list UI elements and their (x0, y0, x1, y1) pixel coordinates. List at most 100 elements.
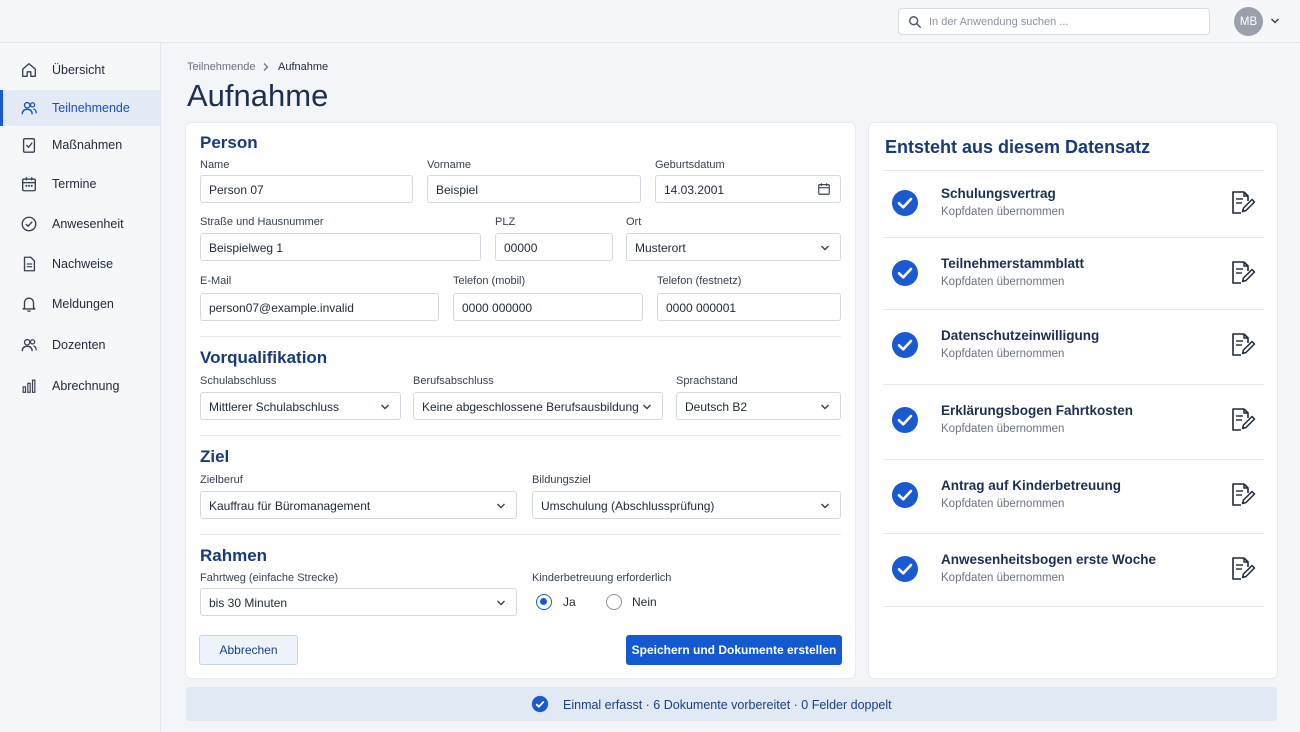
save-button[interactable]: Speichern und Dokumente erstellen (626, 635, 842, 665)
fahrtweg-label: Fahrtweg (einfache Strecke) (200, 572, 339, 584)
ort-select[interactable]: Musterort (626, 233, 841, 261)
calendar-icon[interactable] (817, 182, 831, 196)
strasse-label: Straße und Hausnummer (200, 216, 324, 228)
section-ziel-heading: Ziel (200, 447, 230, 466)
name-field[interactable]: Person 07 (200, 175, 413, 203)
radio-nein[interactable] (606, 594, 622, 610)
chevron-down-icon (821, 404, 829, 410)
plz-label: PLZ (495, 216, 516, 228)
kinderbetreuung-label: Kinderbetreuung erforderlich (532, 572, 672, 584)
divider (883, 384, 1264, 385)
home-icon (22, 63, 36, 77)
sidebar-item-label: Anwesenheit (52, 217, 124, 231)
sidebar-item-label: Abrechnung (52, 379, 120, 393)
berufsabschluss-select[interactable]: Keine abgeschlossene Berufsausbildung (413, 392, 663, 420)
document-status: Kopfdaten übernommen (941, 498, 1065, 510)
edit-document-icon[interactable] (1228, 481, 1256, 509)
fahrtweg-value: bis 30 Minuten (209, 596, 288, 610)
ort-value: Musterort (635, 241, 686, 255)
top-bar: MB (0, 0, 1300, 43)
sidebar-item-label: Meldungen (52, 297, 114, 311)
chevron-down-icon (381, 404, 389, 410)
cancel-button[interactable]: Abbrechen (199, 635, 298, 665)
avatar[interactable]: MB (1234, 7, 1263, 36)
sidebar-item-label: Termine (52, 177, 97, 191)
document-status: Kopfdaten übernommen (941, 348, 1065, 360)
users-icon (21, 101, 37, 115)
edit-document-icon[interactable] (1228, 406, 1256, 434)
chevron-right-icon (263, 63, 269, 71)
check-circle-icon (531, 695, 549, 713)
divider (883, 606, 1264, 607)
document-status: Kopfdaten übernommen (941, 206, 1065, 218)
chevron-down-icon (497, 600, 505, 606)
search-icon (909, 16, 921, 28)
tel-fest-value: 0000 000001 (666, 301, 737, 315)
check-circle-icon (892, 190, 918, 216)
plz-field[interactable]: 00000 (495, 233, 613, 261)
tel-fest-field[interactable]: 0000 000001 (657, 293, 841, 321)
sprachstand-label: Sprachstand (676, 375, 738, 387)
plz-value: 00000 (504, 241, 538, 255)
tel-fest-label: Telefon (festnetz) (657, 275, 742, 287)
divider (883, 533, 1264, 534)
geburtsdatum-label: Geburtsdatum (655, 159, 725, 171)
search-input[interactable] (929, 12, 1199, 31)
sprachstand-select[interactable]: Deutsch B2 (676, 392, 841, 420)
status-text: Einmal erfasst · 6 Dokumente vorbereitet… (563, 698, 892, 712)
email-field[interactable]: person07@example.invalid (200, 293, 439, 321)
breadcrumb-parent[interactable]: Teilnehmende (187, 61, 256, 73)
bildungsziel-select[interactable]: Umschulung (Abschlussprüfung) (532, 491, 841, 519)
status-bar: Einmal erfasst · 6 Dokumente vorbereitet… (186, 687, 1277, 721)
sidebar-item-meldungen[interactable]: Meldungen (0, 286, 161, 322)
divider (200, 534, 841, 535)
document-name: Antrag auf Kinderbetreuung (941, 478, 1122, 493)
sidebar-item-label: Maßnahmen (52, 138, 123, 152)
radio-ja[interactable] (536, 594, 552, 610)
geburtsdatum-field[interactable]: 14.03.2001 (655, 175, 841, 203)
sidebar-item-abrechnung[interactable]: Abrechnung (0, 368, 161, 404)
section-rahmen-heading: Rahmen (200, 546, 268, 565)
fahrtweg-select[interactable]: bis 30 Minuten (200, 588, 517, 616)
sprachstand-value: Deutsch B2 (685, 400, 748, 414)
edit-document-icon[interactable] (1228, 259, 1256, 287)
bar-chart-icon (22, 379, 36, 393)
document-name: Teilnehmerstammblatt (941, 256, 1085, 271)
name-label: Name (200, 159, 230, 171)
ort-label: Ort (626, 216, 642, 228)
people-icon (21, 338, 37, 352)
search-box[interactable] (898, 8, 1210, 35)
sidebar-item-nachweise[interactable]: Nachweise (0, 246, 161, 282)
check-circle-icon (21, 216, 37, 232)
check-circle-icon (892, 332, 918, 358)
email-value: person07@example.invalid (209, 301, 354, 315)
divider (883, 170, 1264, 171)
divider (883, 459, 1264, 460)
edit-document-icon[interactable] (1228, 555, 1256, 583)
documents-heading: Entsteht aus diesem Datensatz (885, 137, 1151, 157)
radio-nein-label[interactable]: Nein (632, 595, 657, 609)
vorname-value: Beispiel (436, 183, 479, 197)
tel-mobil-field[interactable]: 0000 000000 (453, 293, 643, 321)
chevron-down-icon[interactable] (1270, 16, 1280, 26)
strasse-value: Beispielweg 1 (209, 241, 284, 255)
chevron-down-icon (821, 503, 829, 509)
check-circle-icon (892, 407, 918, 433)
document-status: Kopfdaten übernommen (941, 276, 1065, 288)
radio-ja-label[interactable]: Ja (563, 595, 576, 609)
edit-document-icon[interactable] (1228, 331, 1256, 359)
sidebar-item-uebersicht[interactable]: Übersicht (0, 52, 161, 88)
sidebar-item-label: Übersicht (52, 63, 105, 77)
geburtsdatum-value: 14.03.2001 (664, 183, 725, 197)
sidebar-item-dozenten[interactable]: Dozenten (0, 327, 161, 363)
schulabschluss-select[interactable]: Mittlerer Schulabschluss (200, 392, 401, 420)
sidebar-item-termine[interactable]: Termine (0, 166, 161, 202)
chevron-down-icon (643, 404, 651, 410)
strasse-field[interactable]: Beispielweg 1 (200, 233, 481, 261)
zielberuf-select[interactable]: Kauffrau für Büromanagement (200, 491, 517, 519)
edit-document-icon[interactable] (1228, 189, 1256, 217)
vorname-field[interactable]: Beispiel (427, 175, 641, 203)
sidebar-item-teilnehmende[interactable]: Teilnehmende (0, 90, 161, 126)
sidebar-item-massnahmen[interactable]: Maßnahmen (0, 127, 161, 163)
sidebar-item-anwesenheit[interactable]: Anwesenheit (0, 206, 161, 242)
